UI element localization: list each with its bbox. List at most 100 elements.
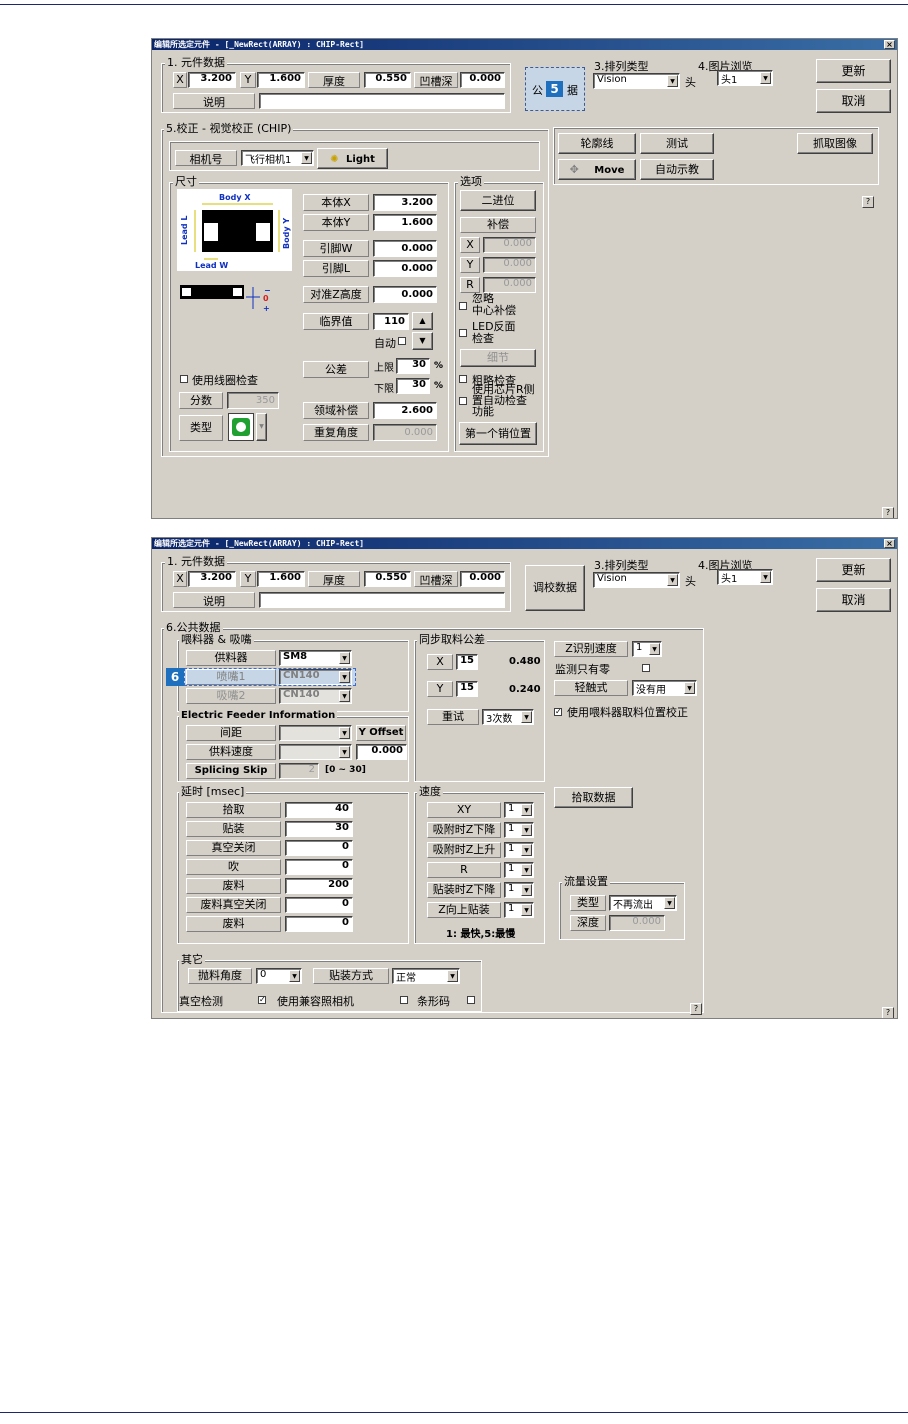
monitor-zero-checkbox[interactable] xyxy=(642,664,650,672)
sync-y-field[interactable]: 15 xyxy=(456,681,478,697)
arrange-type-select[interactable]: Vision ▼ xyxy=(593,572,680,588)
contour-button[interactable]: 轮廓线 xyxy=(558,133,636,154)
vacuum-check-checkbox[interactable]: ✓ xyxy=(258,996,266,1004)
help-button-group[interactable]: ? xyxy=(690,1003,702,1015)
light-button[interactable]: ✺ Light xyxy=(317,148,388,169)
comp-y-field[interactable]: 0.000 xyxy=(483,257,536,273)
capture-image-button[interactable]: 抓取图像 xyxy=(797,133,873,154)
auto-checkbox[interactable] xyxy=(398,337,406,345)
dropdown-arrow-icon[interactable]: ▼ xyxy=(339,690,350,702)
test-button[interactable]: 测试 xyxy=(640,133,714,154)
binary-button[interactable]: 二进位 xyxy=(460,190,536,211)
compatible-camera-checkbox[interactable] xyxy=(400,996,408,1004)
dropdown-arrow-icon[interactable]: ▼ xyxy=(521,904,532,916)
description-field[interactable] xyxy=(259,592,505,608)
comp-x-field[interactable]: 0.000 xyxy=(483,237,536,253)
x-field[interactable]: 3.200 xyxy=(188,72,236,88)
x-field[interactable]: 3.200 xyxy=(188,571,236,587)
speed-select[interactable]: 1 ▼ xyxy=(504,862,534,878)
dropdown-arrow-icon[interactable]: ▼ xyxy=(289,970,300,982)
dropdown-arrow-icon[interactable]: ▼ xyxy=(521,844,532,856)
detail-button[interactable]: 细节 xyxy=(460,349,536,367)
cancel-button[interactable]: 取消 xyxy=(816,89,891,113)
lower-field[interactable]: 30 xyxy=(396,378,430,394)
rough-check-checkbox[interactable] xyxy=(459,375,467,383)
delay-field[interactable]: 0 xyxy=(285,897,353,913)
y-offset-field[interactable]: 0.000 xyxy=(356,744,407,760)
help-button-bottom[interactable]: ? xyxy=(882,1007,894,1018)
dropdown-arrow-icon[interactable]: ▼ xyxy=(667,75,678,87)
thickness-field[interactable]: 0.550 xyxy=(364,72,411,88)
feed-speed-select[interactable]: ▼ xyxy=(279,744,352,760)
threshold-up-button[interactable]: ▲ xyxy=(412,312,433,330)
delay-field[interactable]: 30 xyxy=(285,821,353,837)
coil-check-checkbox[interactable] xyxy=(180,375,188,383)
lead-w-field[interactable]: 0.000 xyxy=(373,240,437,257)
calibration-data-button[interactable]: 调校数据 xyxy=(525,565,585,611)
dropdown-arrow-icon[interactable]: ▼ xyxy=(339,671,350,683)
update-button[interactable]: 更新 xyxy=(816,558,891,582)
flow-depth-field[interactable]: 0.000 xyxy=(609,915,665,931)
speed-select[interactable]: 1 ▼ xyxy=(504,842,534,858)
dropdown-arrow-icon[interactable]: ▼ xyxy=(521,824,532,836)
delay-field[interactable]: 0 xyxy=(285,916,353,932)
body-y-field[interactable]: 1.600 xyxy=(373,214,437,231)
delay-field[interactable]: 40 xyxy=(285,802,353,818)
y-field[interactable]: 1.600 xyxy=(257,571,305,587)
retry-select[interactable]: 3次数 ▼ xyxy=(482,709,534,725)
touch-mode-select[interactable]: 没有用 ▼ xyxy=(632,680,697,696)
image-browse-select[interactable]: 头1 ▼ xyxy=(717,569,773,585)
close-button[interactable]: × xyxy=(884,539,895,548)
use-feeder-correction-checkbox[interactable]: ✓ xyxy=(554,708,562,716)
delay-field[interactable]: 0 xyxy=(285,859,353,875)
dropdown-arrow-icon[interactable]: ▼ xyxy=(664,897,675,909)
dropdown-arrow-icon[interactable]: ▼ xyxy=(649,643,660,655)
body-x-field[interactable]: 3.200 xyxy=(373,194,437,211)
close-button[interactable]: × xyxy=(884,40,895,49)
barcode-checkbox[interactable] xyxy=(467,996,475,1004)
help-button-top[interactable]: ? xyxy=(862,196,874,208)
dropdown-arrow-icon[interactable]: ▼ xyxy=(760,72,771,84)
delay-field[interactable]: 200 xyxy=(285,878,353,894)
lead-l-field[interactable]: 0.000 xyxy=(373,260,437,277)
image-browse-select[interactable]: 头1 ▼ xyxy=(717,70,773,86)
mount-mode-select[interactable]: 正常 ▼ xyxy=(392,968,460,984)
dropdown-arrow-icon[interactable]: ▼ xyxy=(339,746,350,758)
arrange-type-select[interactable]: Vision ▼ xyxy=(593,73,680,89)
dropdown-arrow-icon[interactable]: ▼ xyxy=(667,574,678,586)
thickness-field[interactable]: 0.550 xyxy=(364,571,411,587)
upper-field[interactable]: 30 xyxy=(396,358,430,374)
align-z-height-field[interactable]: 0.000 xyxy=(373,286,437,303)
comp-r-field[interactable]: 0.000 xyxy=(483,277,536,293)
description-field[interactable] xyxy=(259,93,505,109)
speed-select[interactable]: 1 ▼ xyxy=(504,822,534,838)
help-button-bottom[interactable]: ? xyxy=(882,507,894,518)
z-recognition-speed-select[interactable]: 1 ▼ xyxy=(632,641,662,657)
groove-depth-field[interactable]: 0.000 xyxy=(460,571,505,587)
nozzle1-select[interactable]: CN140 ▼ xyxy=(279,669,352,685)
ignore-center-checkbox[interactable] xyxy=(459,302,467,310)
threshold-field[interactable]: 110 xyxy=(373,313,409,330)
pitch-select[interactable]: ▼ xyxy=(279,725,352,741)
type-dropdown-arrow-icon[interactable]: ▼ xyxy=(256,413,267,441)
dropdown-arrow-icon[interactable]: ▼ xyxy=(521,864,532,876)
dropdown-arrow-icon[interactable]: ▼ xyxy=(521,711,532,723)
flow-type-select[interactable]: 不再流出 ▼ xyxy=(609,895,677,911)
sync-x-field[interactable]: 15 xyxy=(456,654,478,670)
camera-select[interactable]: 飞行相机1 ▼ xyxy=(241,150,314,166)
nozzle2-select[interactable]: CN140 ▼ xyxy=(279,688,352,704)
area-comp-field[interactable]: 2.600 xyxy=(373,402,437,419)
score-field[interactable]: 350 xyxy=(227,392,279,409)
dropdown-arrow-icon[interactable]: ▼ xyxy=(339,652,350,664)
dropdown-arrow-icon[interactable]: ▼ xyxy=(447,970,458,982)
dropdown-arrow-icon[interactable]: ▼ xyxy=(521,884,532,896)
first-pin-button[interactable]: 第一个销位置 xyxy=(459,422,537,445)
led-back-checkbox[interactable] xyxy=(459,329,467,337)
pick-data-button[interactable]: 拾取数据 xyxy=(554,787,633,808)
delay-field[interactable]: 0 xyxy=(285,840,353,856)
throw-angle-select[interactable]: 0 ▼ xyxy=(256,968,302,984)
dropdown-arrow-icon[interactable]: ▼ xyxy=(684,682,695,694)
dropdown-arrow-icon[interactable]: ▼ xyxy=(760,571,771,583)
update-button[interactable]: 更新 xyxy=(816,59,891,83)
repeat-angle-field[interactable]: 0.000 xyxy=(373,424,437,441)
